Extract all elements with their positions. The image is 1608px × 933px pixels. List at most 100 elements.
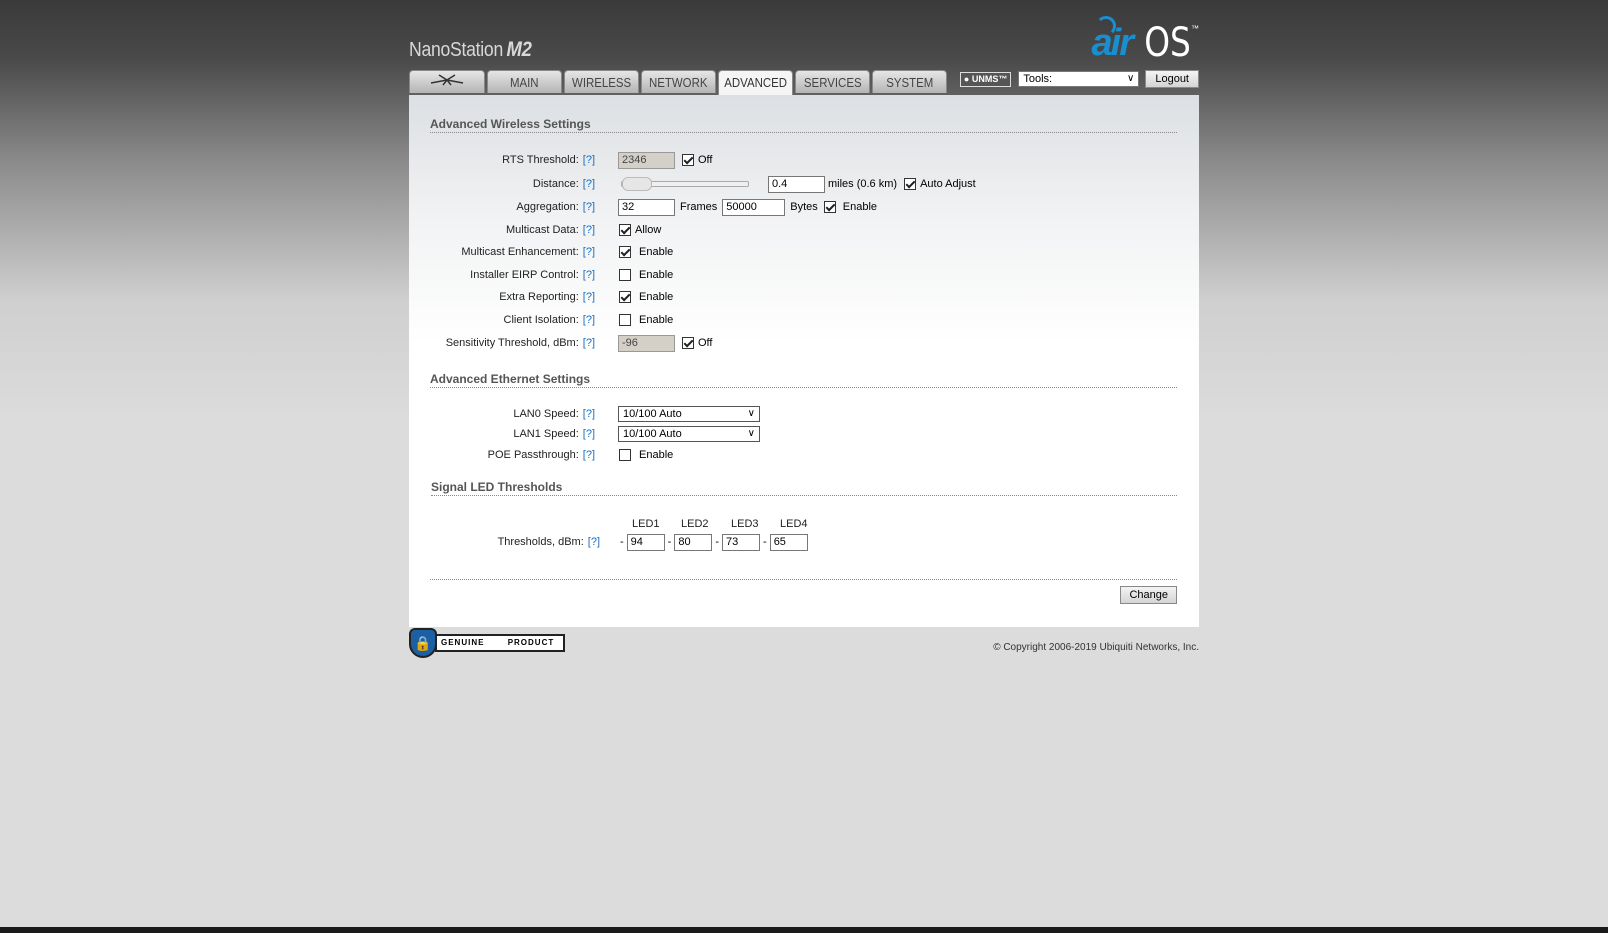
lan0-row: LAN0 Speed: [?] 10/100 Auto ∨ xyxy=(409,404,1199,424)
lan1-label: LAN1 Speed: [?] xyxy=(513,428,595,440)
client-isolation-row: Client Isolation: [?] Enable xyxy=(409,310,1199,330)
auto-adjust-label: Auto Adjust xyxy=(920,178,976,190)
frames-label: Frames xyxy=(680,201,718,213)
distance-input[interactable]: 0.4 xyxy=(768,175,825,193)
eirp-label: Installer EIRP Control: [?] xyxy=(470,269,595,281)
help-link[interactable]: [?] xyxy=(583,291,595,303)
multicast-label: Multicast Data: [?] xyxy=(506,224,595,236)
enable-label: Enable xyxy=(639,246,674,258)
tab-system[interactable]: SYSTEM xyxy=(872,70,947,93)
copyright: © Copyright 2006-2019 Ubiquiti Networks,… xyxy=(993,642,1199,653)
ubiquiti-logo-icon xyxy=(430,74,464,86)
slider-handle[interactable] xyxy=(622,177,652,191)
tab-advanced[interactable]: ADVANCED xyxy=(718,70,793,95)
led2-input[interactable]: 80 xyxy=(674,533,713,551)
thresholds-row: Thresholds, dBm: [?] - 94 - 80 - 73 - 65 xyxy=(409,532,1199,552)
rts-input[interactable]: 2346 xyxy=(618,151,675,169)
lan1-row: LAN1 Speed: [?] 10/100 Auto ∨ xyxy=(409,424,1199,444)
extra-reporting-row: Extra Reporting: [?] Enable xyxy=(409,287,1199,307)
tab-wireless[interactable]: WIRELESS xyxy=(564,70,639,93)
genuine-label: GENUINE xyxy=(441,638,485,647)
sensitivity-row: Sensitivity Threshold, dBm: [?] -96 Off xyxy=(409,333,1199,353)
multicast-allow-checkbox[interactable] xyxy=(619,224,631,236)
rts-off-checkbox[interactable] xyxy=(682,154,694,166)
help-link[interactable]: [?] xyxy=(583,428,595,440)
allow-label: Allow xyxy=(635,224,662,236)
dash: - xyxy=(715,536,720,548)
chevron-down-icon: ∨ xyxy=(1127,73,1135,84)
logo-tm: ™ xyxy=(1191,24,1199,33)
change-button[interactable]: Change xyxy=(1120,586,1177,604)
wireless-section-title: Advanced Wireless Settings xyxy=(430,117,1177,133)
mcast-enh-label: Multicast Enhancement: [?] xyxy=(461,246,595,258)
mcast-enh-row: Multicast Enhancement: [?] Enable xyxy=(409,242,1199,262)
ethernet-section-title: Advanced Ethernet Settings xyxy=(430,372,1177,388)
tools-select[interactable]: Tools: ∨ xyxy=(1018,71,1140,87)
led1-header: LED1 xyxy=(632,518,660,530)
tab-main[interactable]: MAIN xyxy=(487,70,562,93)
extra-reporting-checkbox[interactable] xyxy=(619,291,631,303)
help-link[interactable]: [?] xyxy=(583,269,595,281)
top-toolbar: ● UNMS™ Tools: ∨ Logout xyxy=(959,70,1199,88)
help-link[interactable]: [?] xyxy=(583,337,595,349)
agg-frames-input[interactable]: 32 xyxy=(618,198,675,216)
rts-row: RTS Threshold: [?] 2346 Off xyxy=(409,150,1199,170)
lan1-speed-select[interactable]: 10/100 Auto ∨ xyxy=(618,426,760,442)
enable-label: Enable xyxy=(639,269,674,281)
airos-logo: air OS ™ xyxy=(1092,16,1199,66)
divider xyxy=(430,579,1177,580)
help-link[interactable]: [?] xyxy=(583,314,595,326)
logout-button[interactable]: Logout xyxy=(1145,70,1199,88)
enable-label: Enable xyxy=(639,314,674,326)
lan1-value: 10/100 Auto xyxy=(623,428,682,440)
agg-bytes-input[interactable]: 50000 xyxy=(722,198,786,216)
led1-input[interactable]: 94 xyxy=(626,533,665,551)
dash: - xyxy=(667,536,672,548)
chevron-down-icon: ∨ xyxy=(747,428,755,439)
help-link[interactable]: [?] xyxy=(583,224,595,236)
unms-button[interactable]: ● UNMS™ xyxy=(959,71,1012,87)
tab-network[interactable]: NETWORK xyxy=(641,70,716,93)
help-link[interactable]: [?] xyxy=(583,408,595,420)
lan0-label: LAN0 Speed: [?] xyxy=(513,408,595,420)
help-link[interactable]: [?] xyxy=(583,178,595,190)
tab-services[interactable]: SERVICES xyxy=(795,70,870,93)
eirp-checkbox[interactable] xyxy=(619,269,631,281)
bottom-bar xyxy=(0,927,1608,933)
poe-checkbox[interactable] xyxy=(619,449,631,461)
led-section-title: Signal LED Thresholds xyxy=(431,480,1177,496)
led4-header: LED4 xyxy=(780,518,808,530)
chevron-down-icon: ∨ xyxy=(747,408,755,419)
lan0-speed-select[interactable]: 10/100 Auto ∨ xyxy=(618,406,760,422)
mcast-enh-checkbox[interactable] xyxy=(619,246,631,258)
led4-input[interactable]: 65 xyxy=(769,533,808,551)
logo-os: OS xyxy=(1144,20,1191,66)
genuine-strip: GENUINE PRODUCT xyxy=(435,634,565,652)
distance-label: Distance: [?] xyxy=(532,178,595,190)
help-link[interactable]: [?] xyxy=(583,449,595,461)
lan0-value: 10/100 Auto xyxy=(623,408,682,420)
help-link[interactable]: [?] xyxy=(583,154,595,166)
dash: - xyxy=(763,536,767,548)
help-link[interactable]: [?] xyxy=(583,201,595,213)
help-link[interactable]: [?] xyxy=(583,246,595,258)
multicast-row: Multicast Data: [?] Allow xyxy=(409,220,1199,240)
client-isolation-checkbox[interactable] xyxy=(619,314,631,326)
main-tabs: MAIN WIRELESS NETWORK ADVANCED SERVICES … xyxy=(409,70,949,95)
enable-label: Enable xyxy=(639,449,674,461)
aggregation-enable-checkbox[interactable] xyxy=(823,201,836,213)
model-label: M2 xyxy=(506,38,532,61)
led3-input[interactable]: 73 xyxy=(722,533,761,551)
product-label: NanoStation xyxy=(409,39,503,61)
distance-slider[interactable] xyxy=(621,177,749,191)
auto-adjust-checkbox[interactable] xyxy=(904,178,917,190)
sensitivity-input[interactable]: -96 xyxy=(618,334,675,352)
bytes-label: Bytes xyxy=(790,201,818,213)
extra-reporting-label: Extra Reporting: [?] xyxy=(499,291,595,303)
product-name: NanoStation M2 xyxy=(409,38,532,62)
sensitivity-off-checkbox[interactable] xyxy=(682,337,694,349)
enable-label: Enable xyxy=(639,291,674,303)
tools-value: Tools: xyxy=(1023,73,1053,85)
help-link[interactable]: [?] xyxy=(588,536,600,548)
tab-home[interactable] xyxy=(409,70,485,93)
